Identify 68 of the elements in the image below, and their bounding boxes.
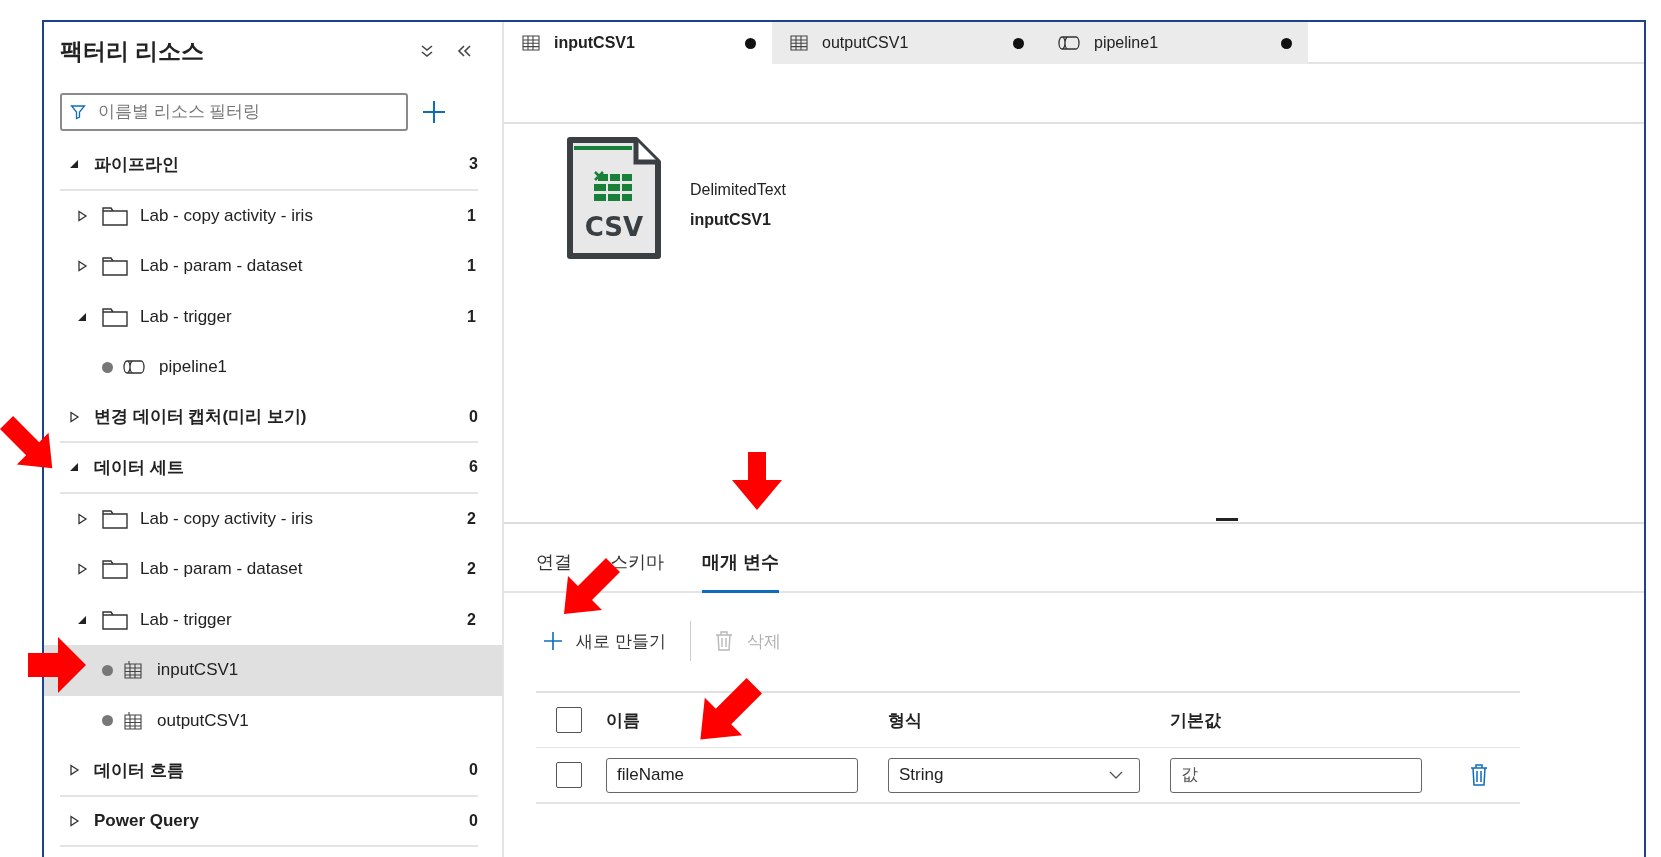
tree-section[interactable]: 변경 데이터 캡처(미리 보기) 0 (60, 392, 478, 443)
folder-icon (102, 508, 128, 529)
folder-item[interactable]: Lab - trigger 1 (44, 291, 502, 342)
folder-item[interactable]: Lab - trigger 2 (44, 594, 502, 645)
resource-item[interactable]: outputCSV1 (44, 695, 502, 746)
add-icon[interactable] (422, 100, 446, 124)
expand-arrow-icon (68, 410, 80, 423)
expand-arrow-icon (68, 461, 80, 474)
name-field[interactable]: fileName (606, 757, 858, 793)
column-header: 이름 (606, 709, 641, 732)
table-icon (123, 660, 143, 681)
property-tab[interactable]: 연결 (536, 550, 572, 593)
folder-item[interactable]: Lab - param - dataset 1 (44, 241, 502, 292)
status-dot (102, 664, 113, 676)
status-dot (102, 361, 113, 373)
collapse-all-icon[interactable] (420, 43, 434, 59)
filter-input[interactable]: 이름별 리소스 필터링 (96, 101, 398, 123)
row-checkbox[interactable] (556, 762, 582, 788)
status-dot (102, 715, 113, 727)
folder-icon (102, 306, 128, 327)
trash-icon[interactable] (1470, 764, 1488, 786)
filter-field[interactable]: 이름별 리소스 필터링 (60, 93, 408, 131)
chevron-down-icon (1109, 771, 1123, 779)
expand-arrow-icon (76, 512, 88, 525)
table-icon (123, 710, 143, 731)
table-icon (522, 35, 540, 51)
folder-icon (102, 256, 128, 277)
editor-tab[interactable]: outputCSV1 (772, 22, 1040, 64)
new-button[interactable]: 새로 만들기 (544, 625, 666, 657)
tree-section[interactable]: 데이터 흐름 0 (60, 746, 478, 797)
type-dropdown[interactable]: String (888, 757, 1140, 793)
expand-arrow-icon (76, 563, 88, 576)
folder-item[interactable]: Lab - copy activity - iris 1 (44, 190, 502, 241)
expand-arrow-icon (68, 158, 80, 171)
pipeline-icon (123, 359, 145, 376)
csv-file-icon: CSV (566, 136, 662, 260)
tree-section[interactable]: 파이프라인 3 (60, 140, 478, 191)
plus-icon (544, 632, 562, 650)
tree-section[interactable]: Power Query 0 (60, 796, 478, 847)
column-header: 기본값 (1170, 709, 1222, 732)
expand-arrow-icon (76, 209, 88, 222)
folder-icon (102, 559, 128, 580)
property-tab[interactable]: 스키마 (610, 550, 664, 593)
resource-item[interactable]: inputCSV1 (44, 645, 502, 696)
dataset-name: inputCSV1 (690, 211, 772, 229)
editor-tab[interactable]: pipeline1 (1040, 22, 1308, 64)
pipeline-icon (1058, 35, 1080, 51)
expand-arrow-icon (68, 814, 80, 827)
resource-item[interactable]: pipeline1 (44, 342, 502, 393)
dataset-type: DelimitedText (690, 181, 787, 199)
filter-icon (70, 104, 86, 120)
select-all-checkbox[interactable] (556, 707, 582, 733)
folder-icon (102, 205, 128, 226)
default-value-field[interactable]: 값 (1170, 757, 1422, 793)
column-header: 형식 (888, 709, 923, 732)
expand-arrow-icon (76, 260, 88, 273)
panel-title: 팩터리 리소스 (60, 36, 206, 66)
trash-icon (714, 631, 733, 651)
expand-arrow-icon (68, 764, 80, 777)
tree-section[interactable]: 데이터 세트 6 (60, 443, 478, 494)
folder-item[interactable]: Lab - copy activity - iris 2 (44, 493, 502, 544)
splitter-handle[interactable] (1216, 518, 1238, 521)
collapse-panel-icon[interactable] (456, 44, 472, 58)
property-tab[interactable]: 매개 변수 (702, 550, 779, 593)
table-icon (790, 35, 808, 51)
folder-item[interactable]: Lab - param - dataset 2 (44, 544, 502, 595)
pointer-arrow (28, 635, 88, 695)
folder-icon (102, 609, 128, 630)
